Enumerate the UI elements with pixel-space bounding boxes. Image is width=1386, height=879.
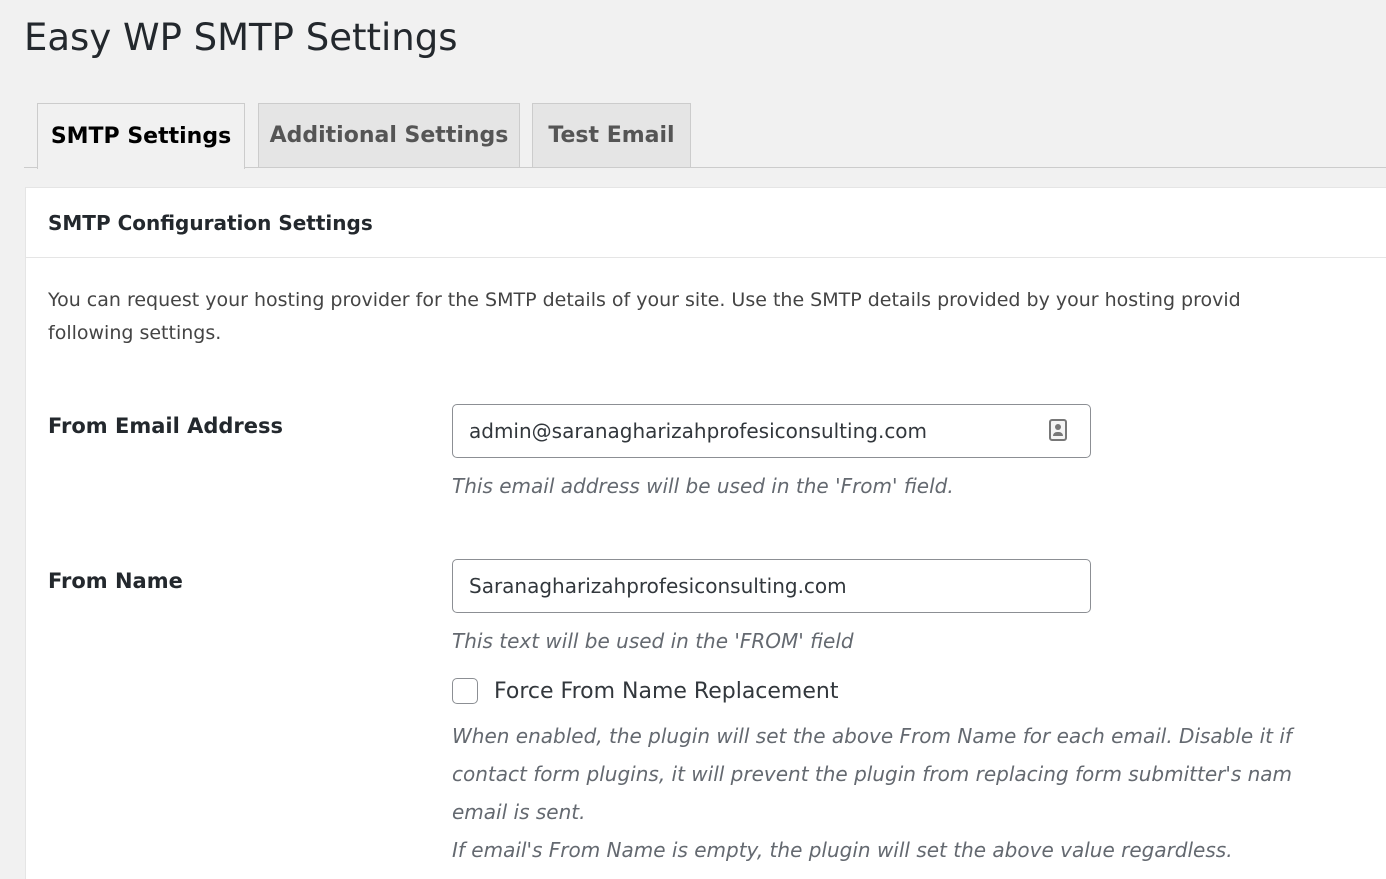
panel-header: SMTP Configuration Settings (26, 188, 1386, 258)
description-line: When enabled, the plugin will set the ab… (452, 724, 1292, 748)
contact-card-icon[interactable] (1049, 419, 1067, 441)
from-email-label: From Email Address (48, 414, 283, 438)
smtp-configuration-panel: SMTP Configuration Settings You can requ… (25, 187, 1386, 879)
from-email-description: This email address will be used in the '… (452, 474, 954, 498)
page-title: Easy WP SMTP Settings (24, 16, 458, 59)
intro-text: You can request your hosting provider fo… (48, 284, 1386, 350)
intro-line: following settings. (48, 322, 222, 344)
description-line: contact form plugins, it will prevent th… (452, 762, 1293, 786)
from-email-input[interactable] (452, 404, 1091, 458)
force-from-name-label[interactable]: Force From Name Replacement (494, 679, 838, 704)
panel-title: SMTP Configuration Settings (48, 211, 373, 235)
force-from-name-description: When enabled, the plugin will set the ab… (452, 717, 1292, 869)
description-line: If email's From Name is empty, the plugi… (452, 838, 1233, 862)
from-name-input[interactable] (452, 559, 1091, 613)
settings-page: Easy WP SMTP Settings SMTP Settings Addi… (0, 0, 1386, 879)
force-from-name-row[interactable]: Force From Name Replacement (452, 677, 838, 705)
from-name-label: From Name (48, 569, 183, 593)
intro-line: You can request your hosting provider fo… (48, 289, 1241, 311)
description-line: email is sent. (452, 800, 586, 824)
force-from-name-checkbox[interactable] (452, 678, 478, 704)
tab-smtp-settings[interactable]: SMTP Settings (37, 103, 245, 169)
tab-additional-settings[interactable]: Additional Settings (258, 103, 520, 167)
tab-test-email[interactable]: Test Email (532, 103, 691, 167)
from-name-description: This text will be used in the 'FROM' fie… (452, 629, 854, 653)
